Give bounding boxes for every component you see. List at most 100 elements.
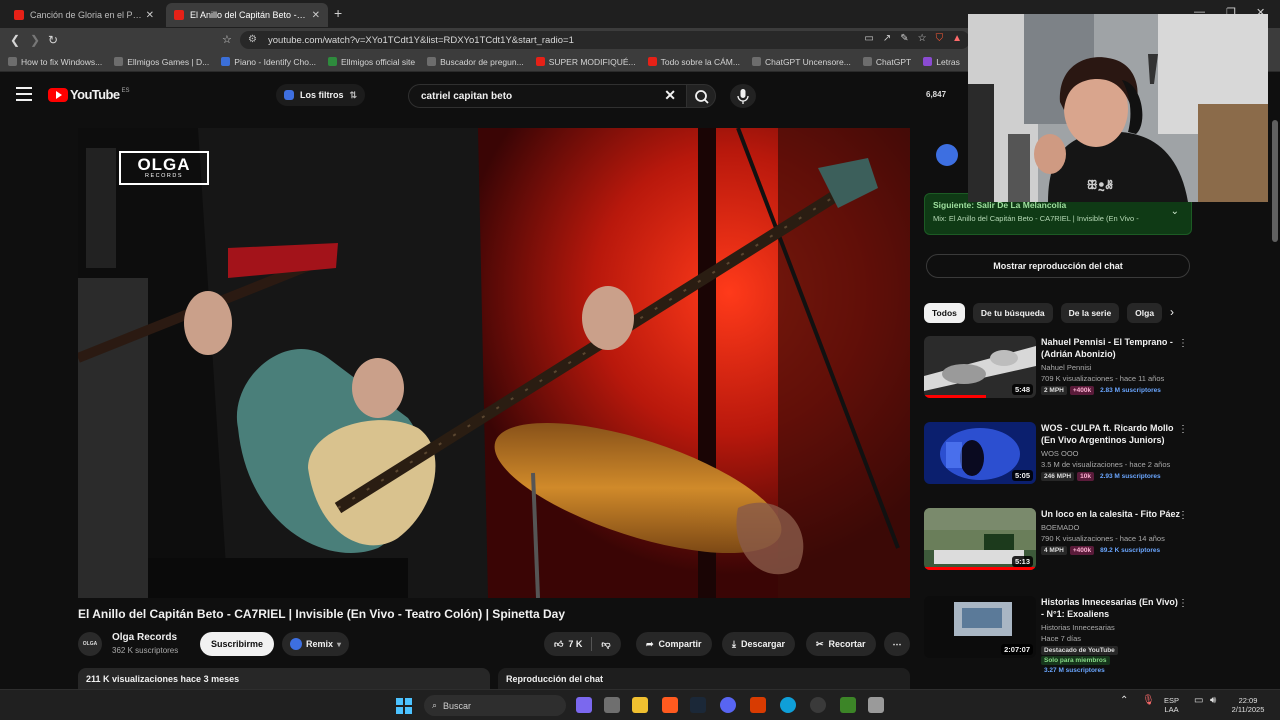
steam-icon[interactable]	[690, 697, 706, 713]
channel-watermark[interactable]: OLGA RECORDS	[119, 151, 209, 185]
reload-icon[interactable]: ↻	[48, 33, 58, 47]
search-button[interactable]	[686, 84, 716, 108]
more-vertical-icon[interactable]: ⋮	[1178, 510, 1188, 521]
site-info-icon[interactable]: ⚙	[248, 34, 257, 45]
watch-progress	[924, 395, 986, 398]
brave-browser-icon[interactable]	[662, 697, 678, 713]
mic-tray-icon[interactable]: 🎙︎	[1142, 696, 1155, 706]
channel-avatar[interactable]: OLGA	[78, 632, 102, 656]
brave-shield-icon[interactable]: ⛉	[936, 33, 944, 44]
show-chat-replay-button[interactable]: Mostrar reproducción del chat	[926, 254, 1190, 278]
file-explorer-icon[interactable]	[632, 697, 648, 713]
bookmark-item[interactable]: ChatGPT Uncensore...	[751, 57, 851, 67]
like-button[interactable]: 👍︎ 7 K	[554, 639, 582, 650]
youtube-favicon-icon	[174, 10, 184, 20]
related-channel: BOEMADO	[1041, 523, 1080, 532]
more-actions-button[interactable]: ⋯	[884, 632, 910, 656]
subscribe-button[interactable]: Suscribirme	[200, 632, 274, 656]
bookmark-item[interactable]: Piano - Identify Cho...	[221, 57, 316, 67]
related-video[interactable]: 5:48 Nahuel Pennisi - El Temprano - (Adr…	[924, 336, 1194, 414]
edge-icon[interactable]	[780, 697, 796, 713]
video-player[interactable]: OLGA RECORDS	[78, 128, 910, 598]
close-tab-icon[interactable]: ✕	[312, 10, 320, 21]
app-icon[interactable]	[868, 697, 884, 713]
chevron-right-icon[interactable]: ›	[1170, 305, 1174, 319]
back-icon[interactable]: ❮	[10, 33, 20, 47]
share-icon[interactable]: ↗	[883, 33, 891, 44]
more-vertical-icon[interactable]: ⋮	[1178, 424, 1188, 435]
alert-icon[interactable]: ▲	[952, 33, 962, 44]
bookmark-item[interactable]: Todo sobre la CÁM...	[647, 57, 740, 67]
video-thumbnail[interactable]: 5:48	[924, 336, 1036, 398]
voice-search-button[interactable]	[730, 84, 756, 108]
browser-tab-2[interactable]: El Anillo del Capitán Beto - CA7 ✕	[166, 3, 328, 27]
share-button[interactable]: ➦ Compartir	[636, 632, 712, 656]
scrollbar-thumb[interactable]	[1272, 120, 1278, 242]
video-thumbnail[interactable]: 5:13	[924, 508, 1036, 570]
notification-count[interactable]: 6,847	[926, 90, 946, 99]
related-video[interactable]: 2:07:07 Historias Innecesarias (En Vivo)…	[924, 596, 1194, 688]
minecraft-icon[interactable]	[840, 697, 856, 713]
search-icon: ⌕	[432, 700, 438, 710]
video-thumbnail[interactable]: 2:07:07	[924, 596, 1036, 658]
microphone-icon	[737, 89, 749, 104]
app-icon[interactable]	[750, 697, 766, 713]
search-icon	[427, 57, 437, 66]
clip-button[interactable]: ✂ Recortar	[806, 632, 876, 656]
more-vertical-icon[interactable]: ⋮	[1178, 338, 1188, 349]
chip-olga[interactable]: Olga	[1127, 303, 1163, 323]
clear-search-icon[interactable]: ✕	[664, 87, 676, 104]
new-tab-icon[interactable]: +	[334, 5, 342, 21]
url-field[interactable]: ⚙ youtube.com/watch?v=XYo1TCdt1Y&list=RD…	[240, 31, 970, 49]
related-video[interactable]: 5:05 WOS - CULPA ft. Ricardo Mollo (En V…	[924, 422, 1194, 500]
language-indicator[interactable]: ESP LAA	[1164, 696, 1179, 714]
windows-start-icon[interactable]	[396, 698, 412, 714]
menu-icon[interactable]	[16, 87, 32, 101]
bookmark-star-icon[interactable]: ☆	[222, 33, 232, 46]
search-input[interactable]: catriel capitan beto ✕	[408, 84, 686, 108]
download-button[interactable]: ⤓ Descargar	[722, 632, 796, 656]
channel-name[interactable]: Olga Records	[112, 632, 177, 643]
chevron-up-icon[interactable]: ⌃	[1120, 696, 1128, 706]
bookmark-item[interactable]: Buscador de pregun...	[427, 57, 524, 67]
remix-button[interactable]: Remix ▾	[282, 632, 350, 656]
chip-all[interactable]: Todos	[924, 303, 965, 323]
taskbar-search[interactable]: ⌕ Buscar	[424, 695, 566, 716]
dislike-button[interactable]: 👎︎	[601, 639, 610, 650]
close-tab-icon[interactable]: ✕	[146, 10, 154, 21]
related-channel: Nahuel Pennisi	[1041, 363, 1092, 372]
obs-icon[interactable]	[810, 697, 826, 713]
browser-tab-1[interactable]: Canción de Gloria en el País | Joaquín ✕	[6, 3, 162, 27]
task-view-icon[interactable]	[604, 697, 620, 713]
youtube-icon	[647, 57, 657, 66]
youtube-logo[interactable]: YouTube ES	[48, 87, 130, 102]
volume-icon[interactable]: 🔊︎	[1210, 696, 1216, 706]
network-icon[interactable]: ▭	[1194, 696, 1203, 706]
chip-from-search[interactable]: De tu búsqueda	[972, 303, 1053, 323]
video-thumbnail[interactable]: 5:05	[924, 422, 1036, 484]
chevron-down-icon: ▾	[337, 639, 342, 649]
discord-icon[interactable]	[720, 697, 736, 713]
bookmark-item[interactable]: ChatGPT	[862, 57, 911, 67]
chevron-down-icon[interactable]: ⌄	[1171, 206, 1179, 217]
related-meta: Hace 7 días	[1041, 634, 1082, 643]
forward-icon[interactable]: ❯	[30, 33, 40, 47]
chip-from-series[interactable]: De la serie	[1060, 303, 1120, 323]
bookmark-item[interactable]: How to fix Windows...	[8, 57, 102, 67]
thumbs-down-icon: 👎︎	[601, 638, 611, 649]
related-video[interactable]: 5:13 Un loco en la calesita - Fito Páez …	[924, 508, 1194, 586]
teams-icon[interactable]	[576, 697, 592, 713]
bookmark-item[interactable]: Ellmigos Games | D...	[114, 57, 209, 67]
clock[interactable]: 22:09 2/11/2025	[1228, 696, 1268, 714]
bookmark-item[interactable]: SUPER MODIFIQUÉ...	[535, 57, 636, 67]
cast-icon[interactable]: ▭	[864, 33, 873, 44]
bookmark-item[interactable]: Letras	[923, 57, 960, 67]
globe-icon	[114, 57, 124, 66]
bookmark-item[interactable]: Ellmigos official site	[328, 57, 415, 67]
star-icon[interactable]: ☆	[918, 33, 927, 44]
extension-icon[interactable]: ✎	[900, 33, 908, 44]
extension-icon[interactable]	[936, 144, 958, 166]
thumbs-up-icon: 👍︎	[554, 638, 564, 649]
filter-chip[interactable]: Los filtros ⇅	[276, 84, 366, 106]
more-vertical-icon[interactable]: ⋮	[1178, 598, 1188, 609]
